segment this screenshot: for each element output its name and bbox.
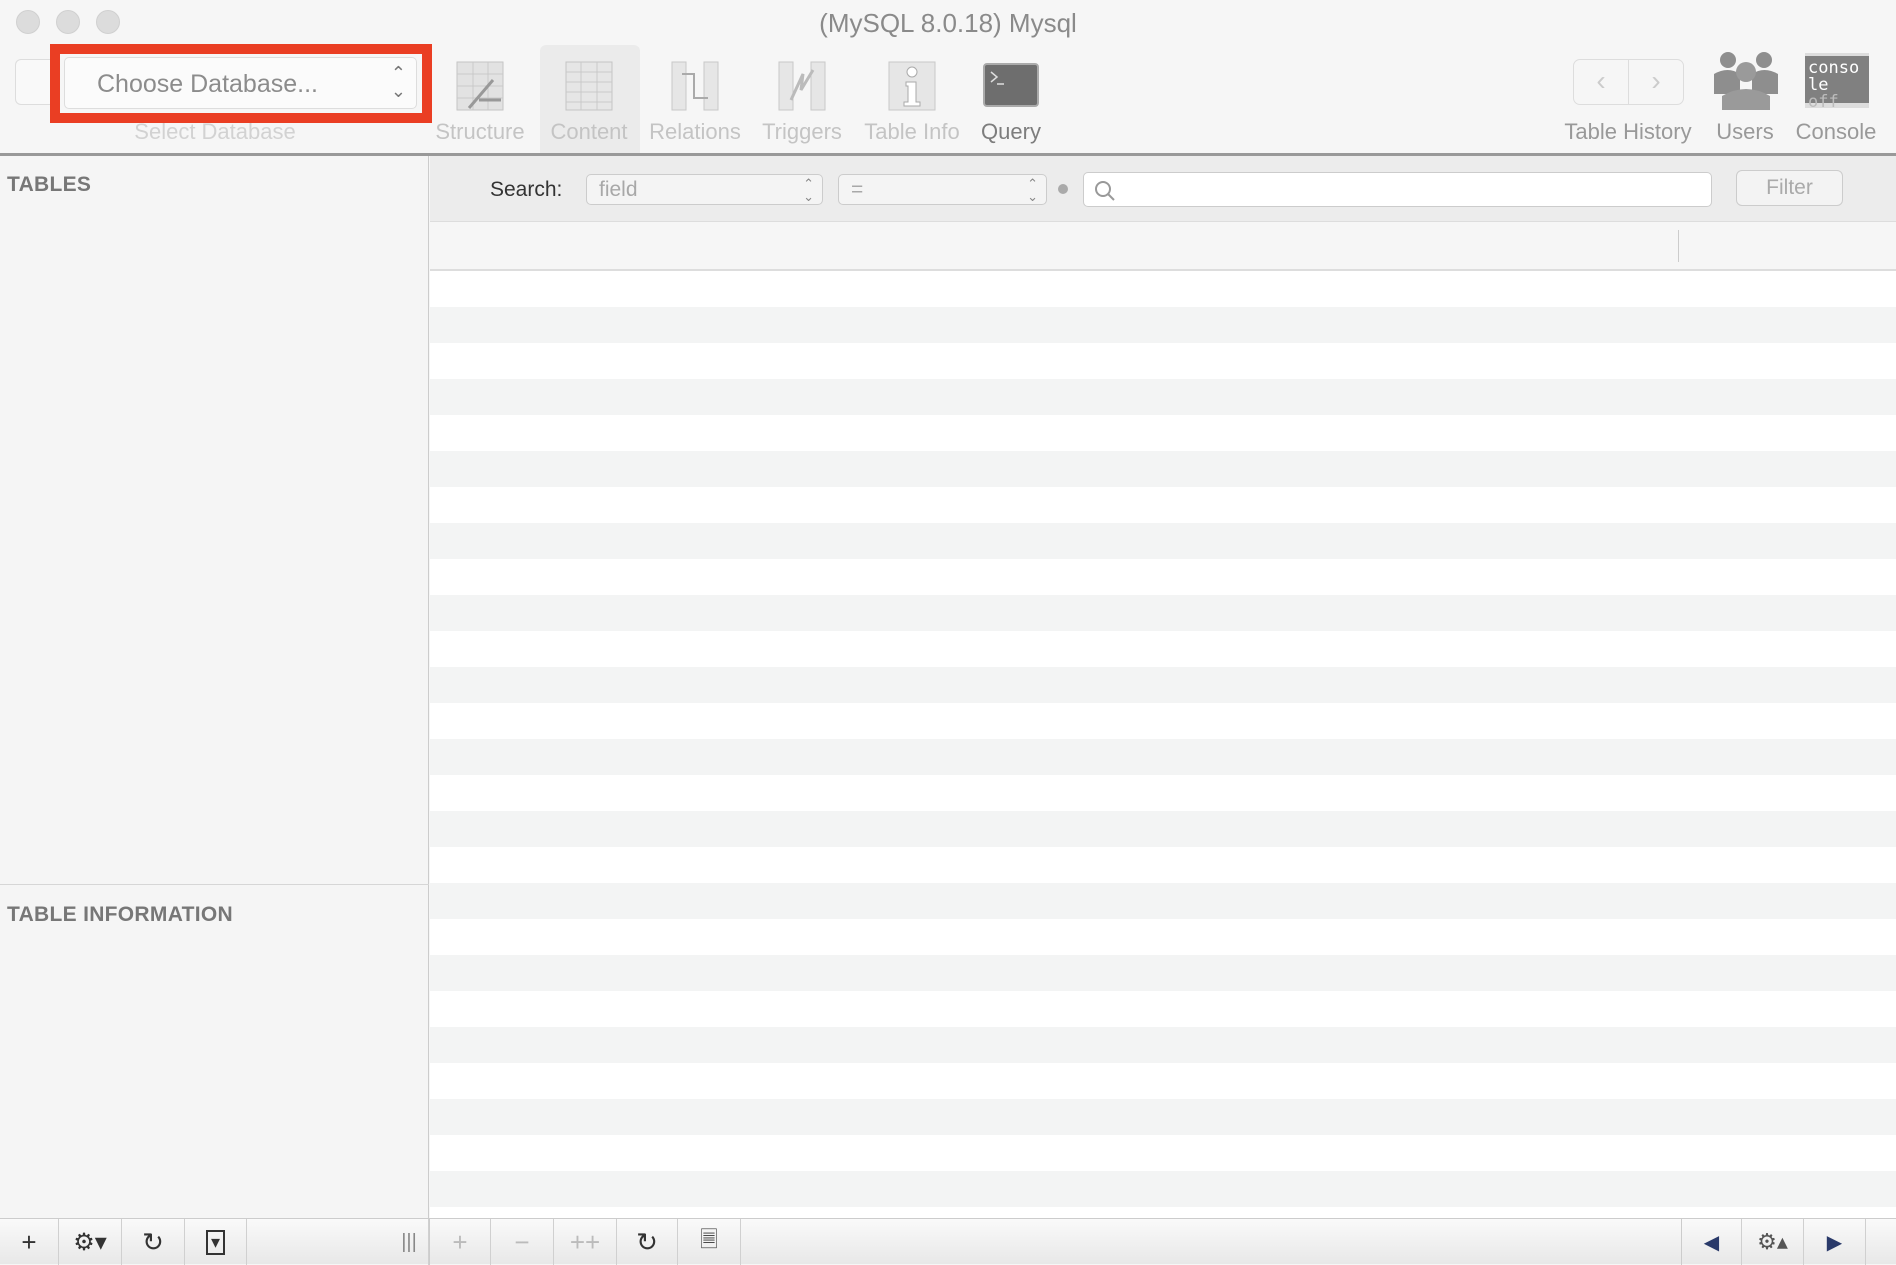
tables-header: TABLES xyxy=(7,173,92,196)
table-row xyxy=(430,271,1896,307)
table-row xyxy=(430,307,1896,343)
updown-chevron-icon: ⌃ ⌄ xyxy=(1027,176,1038,204)
content-table xyxy=(430,271,1896,1218)
table-info-icon xyxy=(888,61,936,111)
history-nav: ‹ › xyxy=(1573,59,1684,105)
remove-row-button[interactable]: − xyxy=(491,1219,554,1265)
bottom-bar: + ⚙▾ ↻ ▾ ||| + − ++ ↻ 🗏 ◀ ⚙▴ ▶ xyxy=(0,1218,1896,1265)
table-actions-gear-button[interactable]: ⚙▾ xyxy=(59,1219,122,1265)
gear-icon: ⚙▾ xyxy=(73,1228,107,1256)
filter-tables-button[interactable]: ▾ xyxy=(185,1219,247,1265)
search-icon xyxy=(1095,181,1115,201)
row-details-button[interactable]: 🗏 xyxy=(678,1219,741,1265)
table-row xyxy=(430,955,1896,991)
table-row xyxy=(430,631,1896,667)
table-row xyxy=(430,739,1896,775)
console-icon-text: off xyxy=(1808,92,1839,112)
search-input[interactable] xyxy=(1083,172,1712,207)
back-button[interactable]: ‹ xyxy=(1574,60,1629,104)
table-row xyxy=(430,523,1896,559)
table-row xyxy=(430,919,1896,955)
tab-query[interactable]: Query xyxy=(946,119,1076,145)
operator-popup[interactable]: = ⌃ ⌄ xyxy=(838,174,1047,205)
console-button[interactable]: Console xyxy=(1771,119,1896,145)
table-row xyxy=(430,847,1896,883)
refresh-icon: ↻ xyxy=(636,1226,658,1257)
table-row xyxy=(430,343,1896,379)
table-row xyxy=(430,991,1896,1027)
add-table-button[interactable]: + xyxy=(0,1219,59,1265)
table-row xyxy=(430,1171,1896,1207)
table-row xyxy=(430,1027,1896,1063)
search-label: Search: xyxy=(490,178,563,201)
close-window-button[interactable] xyxy=(16,10,40,34)
table-row xyxy=(430,379,1896,415)
table-row xyxy=(430,1135,1896,1171)
users-icon[interactable] xyxy=(1714,50,1778,110)
add-row-button[interactable]: + xyxy=(429,1219,491,1265)
operator-popup-value: = xyxy=(851,178,864,201)
forward-button[interactable]: › xyxy=(1629,60,1683,104)
console-icon[interactable]: conso le off xyxy=(1805,53,1869,111)
window-title: (MySQL 8.0.18) Mysql xyxy=(819,8,1077,38)
sidebar-split-divider[interactable] xyxy=(0,884,429,885)
query-icon xyxy=(983,63,1039,107)
minimize-window-button[interactable] xyxy=(56,10,80,34)
duplicate-row-button[interactable]: ++ xyxy=(554,1219,617,1265)
highlight-annotation xyxy=(50,44,432,123)
table-row xyxy=(430,559,1896,595)
table-row xyxy=(430,415,1896,451)
toolbar-left-button[interactable] xyxy=(15,59,55,105)
table-row xyxy=(430,703,1896,739)
updown-chevron-icon: ⌃ ⌄ xyxy=(803,176,814,204)
field-popup[interactable]: field ⌃ ⌄ xyxy=(586,174,823,205)
content-icon xyxy=(565,61,613,111)
previous-page-button[interactable]: ◀ xyxy=(1681,1219,1742,1265)
next-page-button[interactable]: ▶ xyxy=(1804,1219,1866,1265)
triangle-right-icon: ▶ xyxy=(1826,1231,1843,1254)
filter-button[interactable]: Filter xyxy=(1736,170,1843,206)
column-separator[interactable] xyxy=(1678,230,1679,262)
status-dot xyxy=(1058,184,1068,194)
table-row xyxy=(430,451,1896,487)
document-icon: 🗏 xyxy=(700,1227,718,1252)
gear-icon: ⚙▴ xyxy=(1757,1229,1788,1254)
table-header-row xyxy=(430,222,1896,271)
relations-icon xyxy=(671,61,719,111)
structure-icon xyxy=(456,61,504,111)
zoom-window-button[interactable] xyxy=(96,10,120,34)
table-row xyxy=(430,811,1896,847)
refresh-content-button[interactable]: ↻ xyxy=(617,1219,678,1265)
triggers-icon xyxy=(778,61,826,111)
table-row xyxy=(430,1063,1896,1099)
dropdown-box-icon: ▾ xyxy=(205,1229,226,1255)
select-database-label: Select Database xyxy=(134,119,296,144)
table-information-header: TABLE INFORMATION xyxy=(7,903,233,926)
pagination-settings-button[interactable]: ⚙▴ xyxy=(1742,1219,1804,1265)
sidebar xyxy=(0,156,429,1218)
refresh-tables-button[interactable]: ↻ xyxy=(122,1219,185,1265)
split-resize-handle[interactable]: ||| xyxy=(390,1219,429,1265)
refresh-icon: ↻ xyxy=(142,1226,164,1257)
table-row xyxy=(430,595,1896,631)
table-row xyxy=(430,667,1896,703)
triangle-left-icon: ◀ xyxy=(1703,1231,1720,1254)
table-row xyxy=(430,883,1896,919)
field-popup-value: field xyxy=(599,178,638,201)
table-row xyxy=(430,775,1896,811)
table-row xyxy=(430,487,1896,523)
table-row xyxy=(430,1099,1896,1135)
table-row xyxy=(430,1207,1896,1218)
